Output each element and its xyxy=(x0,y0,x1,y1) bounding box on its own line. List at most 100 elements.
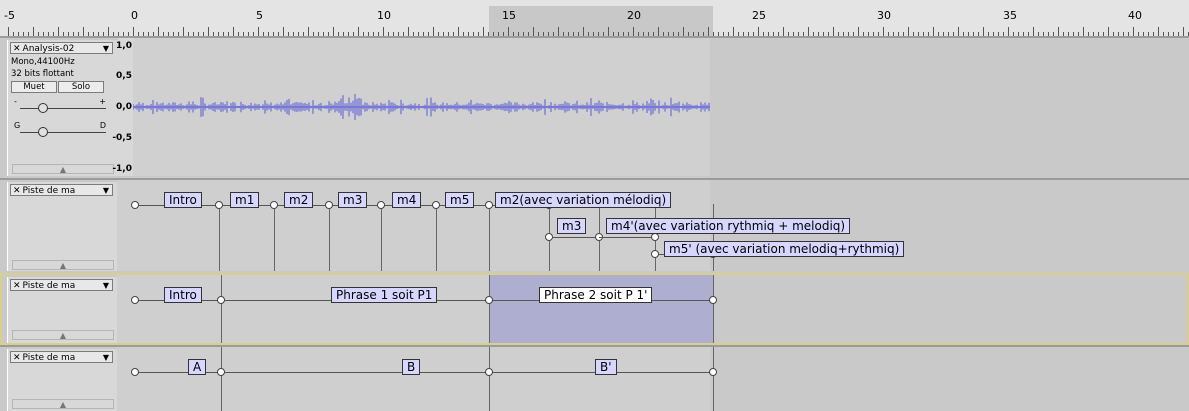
track-label[interactable]: m5' (avec variation melodiq+rythmiq) xyxy=(664,241,905,257)
track-name-menu[interactable]: ✕ Piste de ma ▼ xyxy=(10,351,113,363)
ruler-tick xyxy=(583,27,584,36)
waveform-area[interactable] xyxy=(133,38,710,176)
collapse-button[interactable]: ▲ xyxy=(12,399,114,409)
ruler-tick xyxy=(933,27,934,36)
label-boundary-handle[interactable] xyxy=(709,296,717,304)
collapse-button[interactable]: ▲ xyxy=(12,330,114,340)
track-label[interactable]: A xyxy=(188,359,207,375)
track-label[interactable]: B xyxy=(402,359,421,375)
track-label[interactable]: m3 xyxy=(557,218,587,234)
label-boundary-line[interactable] xyxy=(221,347,222,411)
ruler-label: 30 xyxy=(877,9,891,22)
label-boundary-line[interactable] xyxy=(381,204,382,271)
track-label[interactable]: Phrase 1 soit P1 xyxy=(331,287,438,303)
label-boundary-line[interactable] xyxy=(489,204,490,271)
track-name-menu[interactable]: ✕ Piste de ma ▼ xyxy=(10,184,113,196)
track-label[interactable]: Intro xyxy=(164,192,202,208)
gain-slider[interactable]: - + xyxy=(12,96,112,116)
amp-label: -0,5 xyxy=(112,133,132,143)
collapse-button[interactable]: ▲ xyxy=(12,164,114,174)
track-label[interactable]: m1 xyxy=(230,192,260,208)
label-boundary-handle[interactable] xyxy=(377,201,385,209)
mute-button[interactable]: Muet xyxy=(11,81,57,93)
label-span[interactable] xyxy=(221,372,489,373)
ruler-tick xyxy=(1158,27,1159,36)
pan-knob[interactable] xyxy=(38,127,48,137)
ruler-tick xyxy=(483,27,484,36)
amp-label: -1,0 xyxy=(112,164,132,174)
label-boundary-handle[interactable] xyxy=(651,233,659,241)
close-icon[interactable]: ✕ xyxy=(13,44,21,54)
track-label[interactable]: m5 xyxy=(445,192,475,208)
ruler-label: -5 xyxy=(4,9,15,22)
label-boundary-handle[interactable] xyxy=(485,296,493,304)
label-boundary-handle[interactable] xyxy=(217,368,225,376)
solo-button[interactable]: Solo xyxy=(58,81,104,93)
label-span[interactable] xyxy=(549,237,599,238)
timeline-ruler[interactable]: -5 0 5 10 15 20 25 30 35 40 xyxy=(0,0,1189,37)
ruler-label: 10 xyxy=(377,9,391,22)
ruler-tick xyxy=(758,27,759,36)
label-boundary-handle[interactable] xyxy=(131,201,139,209)
track-label[interactable]: m4'(avec variation rythmiq + melodiq) xyxy=(606,218,851,234)
track-label[interactable]: m4 xyxy=(392,192,422,208)
track-label[interactable]: m3 xyxy=(338,192,368,208)
label-boundary-handle[interactable] xyxy=(217,296,225,304)
dropdown-arrow-icon: ▼ xyxy=(102,186,109,195)
label-boundary-handle[interactable] xyxy=(215,201,223,209)
label-boundary-line[interactable] xyxy=(713,275,714,343)
label-boundary-handle[interactable] xyxy=(709,368,717,376)
collapse-arrow-icon: ▲ xyxy=(59,165,67,174)
track-label[interactable]: Phrase 2 soit P 1' xyxy=(539,287,653,303)
label-boundary-handle[interactable] xyxy=(485,368,493,376)
ruler-tick xyxy=(58,27,59,36)
label-boundary-handle[interactable] xyxy=(432,201,440,209)
ruler-tick xyxy=(658,27,659,36)
label-span[interactable] xyxy=(137,372,221,373)
label-area[interactable]: Intro m1 m2 m3 m4 m5 m2(avec variation mélodiq… xyxy=(117,180,905,271)
track-label[interactable]: Intro xyxy=(164,287,202,303)
pan-slider[interactable]: G D xyxy=(12,120,112,140)
track-control-panel: ✕ Piste de ma ▼ ▲ xyxy=(7,277,119,343)
ruler-tick xyxy=(208,27,209,36)
label-boundary-line[interactable] xyxy=(436,204,437,271)
label-boundary-handle[interactable] xyxy=(270,201,278,209)
collapse-button[interactable]: ▲ xyxy=(12,260,114,270)
label-boundary-handle[interactable] xyxy=(131,368,139,376)
close-icon[interactable]: ✕ xyxy=(13,281,21,291)
ruler-tick xyxy=(508,27,509,36)
label-boundary-line[interactable] xyxy=(713,204,714,271)
track-label[interactable]: m2 xyxy=(284,192,314,208)
ruler-tick xyxy=(1008,27,1009,36)
track-name-menu[interactable]: ✕ Piste de ma ▼ xyxy=(10,279,113,291)
ruler-tick xyxy=(408,27,409,36)
track-name-menu[interactable]: ✕ Analysis-02 ▼ xyxy=(10,42,113,54)
ruler-tick xyxy=(683,27,684,36)
gain-knob[interactable] xyxy=(38,103,48,113)
label-boundary-line[interactable] xyxy=(489,347,490,411)
label-track-motifs: ✕ Piste de ma ▼ ▲ Intro m1 m2 m3 m4 m5 m2(avec … xyxy=(0,178,1189,273)
label-boundary-handle[interactable] xyxy=(651,250,659,258)
amp-label: 1,0 xyxy=(116,41,132,51)
label-span[interactable] xyxy=(599,237,655,238)
label-boundary-line[interactable] xyxy=(219,204,220,271)
label-boundary-handle[interactable] xyxy=(485,201,493,209)
gain-minus-label: - xyxy=(14,97,17,106)
track-label[interactable]: B' xyxy=(595,359,617,375)
label-boundary-handle[interactable] xyxy=(325,201,333,209)
label-boundary-line[interactable] xyxy=(274,204,275,271)
label-boundary-line[interactable] xyxy=(221,275,222,343)
track-label[interactable]: m2(avec variation mélodiq) xyxy=(495,192,672,208)
label-boundary-handle[interactable] xyxy=(545,233,553,241)
label-boundary-line[interactable] xyxy=(489,275,490,343)
ruler-tick xyxy=(1183,27,1184,36)
label-area[interactable]: A B B' xyxy=(117,347,717,411)
close-icon[interactable]: ✕ xyxy=(13,353,21,363)
ruler-tick xyxy=(608,27,609,36)
label-boundary-handle[interactable] xyxy=(131,296,139,304)
close-icon[interactable]: ✕ xyxy=(13,186,21,196)
label-area[interactable]: Intro Phrase 1 soit P1 Phrase 2 soit P 1' xyxy=(117,275,717,343)
label-boundary-line[interactable] xyxy=(329,204,330,271)
label-boundary-line[interactable] xyxy=(713,347,714,411)
ruler-tick xyxy=(1083,27,1084,36)
